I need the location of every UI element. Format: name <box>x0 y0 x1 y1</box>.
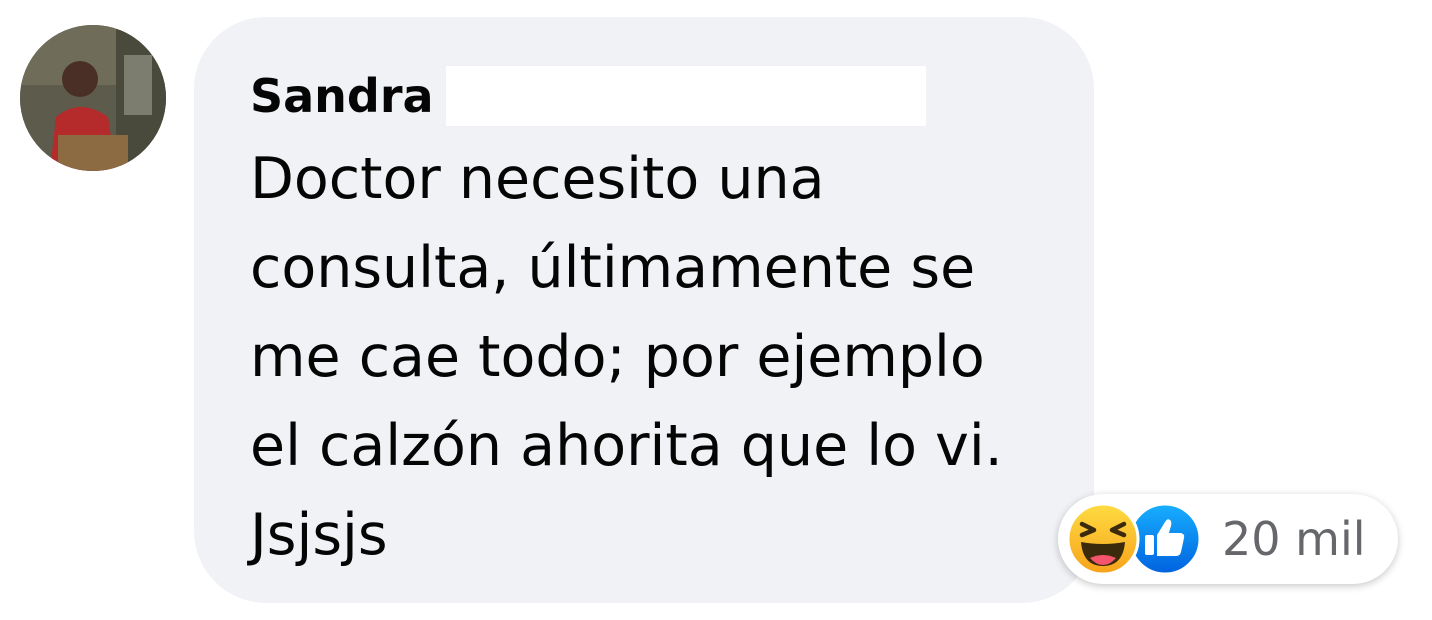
redacted-surname <box>445 66 926 126</box>
avatar[interactable] <box>20 25 166 171</box>
comment-text-line: consulta, últimamente se <box>250 235 976 301</box>
comment-bubble: Sandra Doctor necesito una consulta, últ… <box>194 17 1094 603</box>
author-row: Sandra <box>250 65 926 127</box>
comment-text: Doctor necesito una consulta, últimament… <box>250 135 1070 580</box>
comment-text-line: el calzón ahorita que lo vi. <box>250 413 1003 479</box>
reactions-summary[interactable]: 20 mil <box>1058 494 1398 584</box>
haha-reaction-icon <box>1066 502 1140 576</box>
reaction-count: 20 mil <box>1222 512 1366 566</box>
comment-text-line: Doctor necesito una <box>250 146 825 212</box>
avatar-photo <box>20 25 166 171</box>
comment-text-line: Jsjsjs <box>250 502 388 568</box>
author-name[interactable]: Sandra <box>250 65 434 127</box>
comment: Sandra Doctor necesito una consulta, últ… <box>0 0 1432 620</box>
comment-text-line: me cae todo; por ejemplo <box>250 324 985 390</box>
